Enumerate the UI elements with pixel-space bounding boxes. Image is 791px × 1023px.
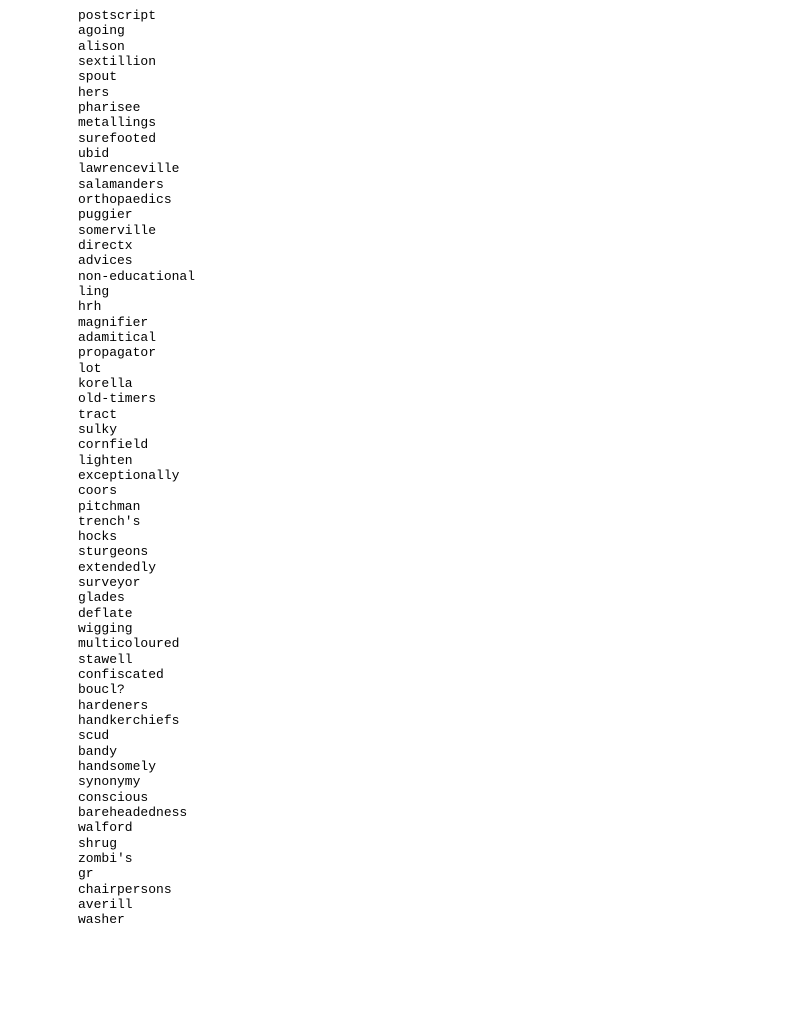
- list-item: boucl?: [78, 682, 791, 697]
- list-item: adamitical: [78, 330, 791, 345]
- list-item: ubid: [78, 146, 791, 161]
- list-item: multicoloured: [78, 636, 791, 651]
- list-item: scud: [78, 728, 791, 743]
- list-item: agoing: [78, 23, 791, 38]
- list-item: lot: [78, 361, 791, 376]
- list-item: ling: [78, 284, 791, 299]
- list-item: glades: [78, 590, 791, 605]
- list-item: directx: [78, 238, 791, 253]
- list-item: surveyor: [78, 575, 791, 590]
- list-item: bandy: [78, 744, 791, 759]
- list-item: hrh: [78, 299, 791, 314]
- list-item: trench's: [78, 514, 791, 529]
- list-item: postscript: [78, 8, 791, 23]
- word-list: postscriptagoingalisonsextillionspouther…: [78, 8, 791, 928]
- list-item: hocks: [78, 529, 791, 544]
- list-item: spout: [78, 69, 791, 84]
- list-item: metallings: [78, 115, 791, 130]
- list-item: somerville: [78, 223, 791, 238]
- list-item: conscious: [78, 790, 791, 805]
- list-item: old-timers: [78, 391, 791, 406]
- list-item: sulky: [78, 422, 791, 437]
- list-item: shrug: [78, 836, 791, 851]
- list-item: pitchman: [78, 499, 791, 514]
- list-item: synonymy: [78, 774, 791, 789]
- list-item: handsomely: [78, 759, 791, 774]
- list-item: stawell: [78, 652, 791, 667]
- list-item: confiscated: [78, 667, 791, 682]
- list-item: advices: [78, 253, 791, 268]
- list-item: salamanders: [78, 177, 791, 192]
- list-item: puggier: [78, 207, 791, 222]
- list-item: gr: [78, 866, 791, 881]
- list-item: sturgeons: [78, 544, 791, 559]
- list-item: tract: [78, 407, 791, 422]
- list-item: alison: [78, 39, 791, 54]
- list-item: cornfield: [78, 437, 791, 452]
- list-item: non-educational: [78, 269, 791, 284]
- list-item: zombi's: [78, 851, 791, 866]
- list-item: korella: [78, 376, 791, 391]
- list-item: propagator: [78, 345, 791, 360]
- list-item: washer: [78, 912, 791, 927]
- list-item: orthopaedics: [78, 192, 791, 207]
- list-item: surefooted: [78, 131, 791, 146]
- list-item: exceptionally: [78, 468, 791, 483]
- list-item: hardeners: [78, 698, 791, 713]
- list-item: sextillion: [78, 54, 791, 69]
- list-item: walford: [78, 820, 791, 835]
- list-item: pharisee: [78, 100, 791, 115]
- list-item: deflate: [78, 606, 791, 621]
- list-item: wigging: [78, 621, 791, 636]
- list-item: chairpersons: [78, 882, 791, 897]
- list-item: handkerchiefs: [78, 713, 791, 728]
- list-item: averill: [78, 897, 791, 912]
- list-item: lawrenceville: [78, 161, 791, 176]
- list-item: hers: [78, 85, 791, 100]
- list-item: bareheadedness: [78, 805, 791, 820]
- list-item: magnifier: [78, 315, 791, 330]
- list-item: extendedly: [78, 560, 791, 575]
- list-item: coors: [78, 483, 791, 498]
- list-item: lighten: [78, 453, 791, 468]
